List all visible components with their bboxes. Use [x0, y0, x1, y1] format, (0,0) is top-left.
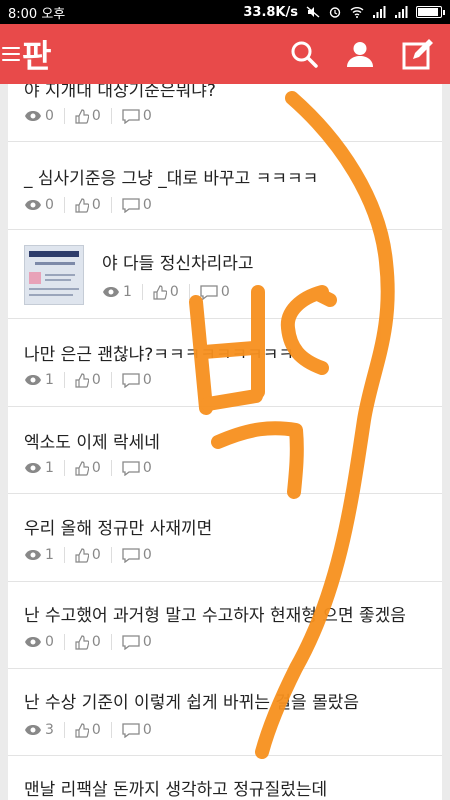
views-icon — [25, 111, 41, 121]
comment-count: 0 — [142, 460, 152, 476]
post-title[interactable]: 야 지개대 대상기준은뭐냐? — [24, 84, 216, 101]
view-count: 1 — [45, 460, 54, 476]
post-meta: 0 0 0 — [24, 108, 152, 124]
views-icon — [25, 725, 41, 735]
view-count: 1 — [45, 372, 54, 388]
comment-count: 0 — [142, 197, 152, 213]
post-thumbnail[interactable] — [24, 245, 84, 305]
like-count: 0 — [91, 460, 101, 476]
list-item[interactable]: 야 다들 정신차리라고 1 0 0 — [8, 230, 442, 319]
header-actions — [290, 38, 450, 70]
list-item[interactable]: 난 수상 기준이 이렇게 쉽게 바뀌는 걸을 몰랐음 3 0 0 — [8, 669, 442, 756]
profile-icon[interactable] — [346, 40, 374, 68]
logo-area[interactable]: 판 — [0, 24, 51, 84]
like-icon — [75, 547, 89, 563]
comment-icon — [122, 547, 140, 563]
app-header: 판 — [0, 24, 450, 84]
views-icon — [25, 200, 41, 210]
comment-count: 0 — [142, 634, 152, 650]
status-bar: 8:00 오후 33.8K/s — [0, 0, 450, 24]
post-meta: 1 0 0 — [24, 372, 152, 388]
post-title[interactable]: 난 수상 기준이 이렇게 쉽게 바뀌는 걸을 몰랐음 — [24, 688, 359, 713]
views-icon — [25, 463, 41, 473]
like-count: 0 — [91, 372, 101, 388]
post-title[interactable]: 엑소도 이제 락세네 — [24, 428, 160, 453]
status-time: 8:00 오후 — [8, 6, 66, 22]
like-count: 0 — [91, 722, 101, 738]
post-meta: 1 0 0 — [24, 547, 152, 563]
list-item[interactable]: 엑소도 이제 락세네 1 0 0 — [8, 407, 442, 494]
wifi-icon — [350, 7, 364, 18]
comment-count: 0 — [220, 284, 230, 300]
like-icon — [75, 460, 89, 476]
alarm-icon — [329, 7, 341, 18]
comment-icon — [122, 197, 140, 213]
comment-count: 0 — [142, 722, 152, 738]
comment-icon — [122, 460, 140, 476]
like-count: 0 — [169, 284, 179, 300]
menu-icon[interactable] — [2, 45, 20, 63]
list-item[interactable]: 난 수고했어 과거형 말고 수고하자 현재형 으면 좋겠음 0 0 0 — [8, 582, 442, 669]
views-icon — [25, 550, 41, 560]
mute-icon — [306, 6, 320, 18]
network-speed: 33.8K/s — [243, 4, 298, 20]
post-title[interactable]: 야 다들 정신차리라고 — [102, 249, 254, 274]
like-icon — [75, 634, 89, 650]
view-count: 0 — [45, 197, 54, 213]
like-icon — [75, 372, 89, 388]
comment-icon — [122, 372, 140, 388]
post-feed[interactable]: 야 지개대 대상기준은뭐냐? 0 0 0 _ 심사기준응 그냥 _대로 바꾸고 … — [8, 84, 442, 800]
view-count: 1 — [123, 284, 132, 300]
post-meta: 1 0 0 — [24, 460, 152, 476]
comment-count: 0 — [142, 108, 152, 124]
like-count: 0 — [91, 634, 101, 650]
search-icon[interactable] — [290, 40, 318, 68]
battery-icon — [416, 6, 445, 18]
comment-count: 0 — [142, 547, 152, 563]
view-count: 1 — [45, 547, 54, 563]
post-title[interactable]: 나만 은근 괜찮냐?ㅋㅋㅋㅋㅋㅋㅋㅋㅋ — [24, 340, 294, 365]
like-count: 0 — [91, 108, 101, 124]
view-count: 0 — [45, 634, 54, 650]
status-right: 33.8K/s — [243, 4, 445, 20]
write-icon[interactable] — [402, 38, 434, 70]
comment-icon — [122, 722, 140, 738]
like-count: 0 — [91, 547, 101, 563]
view-count: 0 — [45, 108, 54, 124]
post-meta: 0 0 0 — [24, 634, 152, 650]
views-icon — [25, 637, 41, 647]
list-item[interactable]: 맨날 리팩살 돈까지 생각하고 정규질렀는데 — [8, 756, 442, 800]
post-meta: 3 0 0 — [24, 722, 152, 738]
comment-icon — [122, 108, 140, 124]
list-item[interactable]: 나만 은근 괜찮냐?ㅋㅋㅋㅋㅋㅋㅋㅋㅋ 1 0 0 — [8, 319, 442, 407]
post-meta: 0 0 0 — [24, 197, 152, 213]
post-title[interactable]: _ 심사기준응 그냥 _대로 바꾸고 ㅋㅋㅋㅋ — [24, 164, 318, 189]
comment-icon — [200, 284, 218, 300]
like-icon — [153, 284, 167, 300]
post-title[interactable]: 난 수고했어 과거형 말고 수고하자 현재형 으면 좋겠음 — [24, 601, 406, 626]
like-icon — [75, 722, 89, 738]
app-logo[interactable]: 판 — [22, 31, 51, 77]
list-item[interactable]: 우리 올해 정규만 사재끼면 1 0 0 — [8, 494, 442, 582]
list-item[interactable]: 야 지개대 대상기준은뭐냐? 0 0 0 — [8, 84, 442, 142]
views-icon — [103, 287, 119, 297]
view-count: 3 — [45, 722, 54, 738]
comment-icon — [122, 634, 140, 650]
post-title[interactable]: 우리 올해 정규만 사재끼면 — [24, 514, 212, 539]
post-meta: 1 0 0 — [102, 284, 230, 300]
like-count: 0 — [91, 197, 101, 213]
signal-icon-2 — [395, 6, 408, 18]
views-icon — [25, 375, 41, 385]
comment-count: 0 — [142, 372, 152, 388]
post-title[interactable]: 맨날 리팩살 돈까지 생각하고 정규질렀는데 — [24, 775, 327, 800]
list-item[interactable]: _ 심사기준응 그냥 _대로 바꾸고 ㅋㅋㅋㅋ 0 0 0 — [8, 142, 442, 230]
signal-icon-1 — [373, 6, 386, 18]
like-icon — [75, 108, 89, 124]
like-icon — [75, 197, 89, 213]
